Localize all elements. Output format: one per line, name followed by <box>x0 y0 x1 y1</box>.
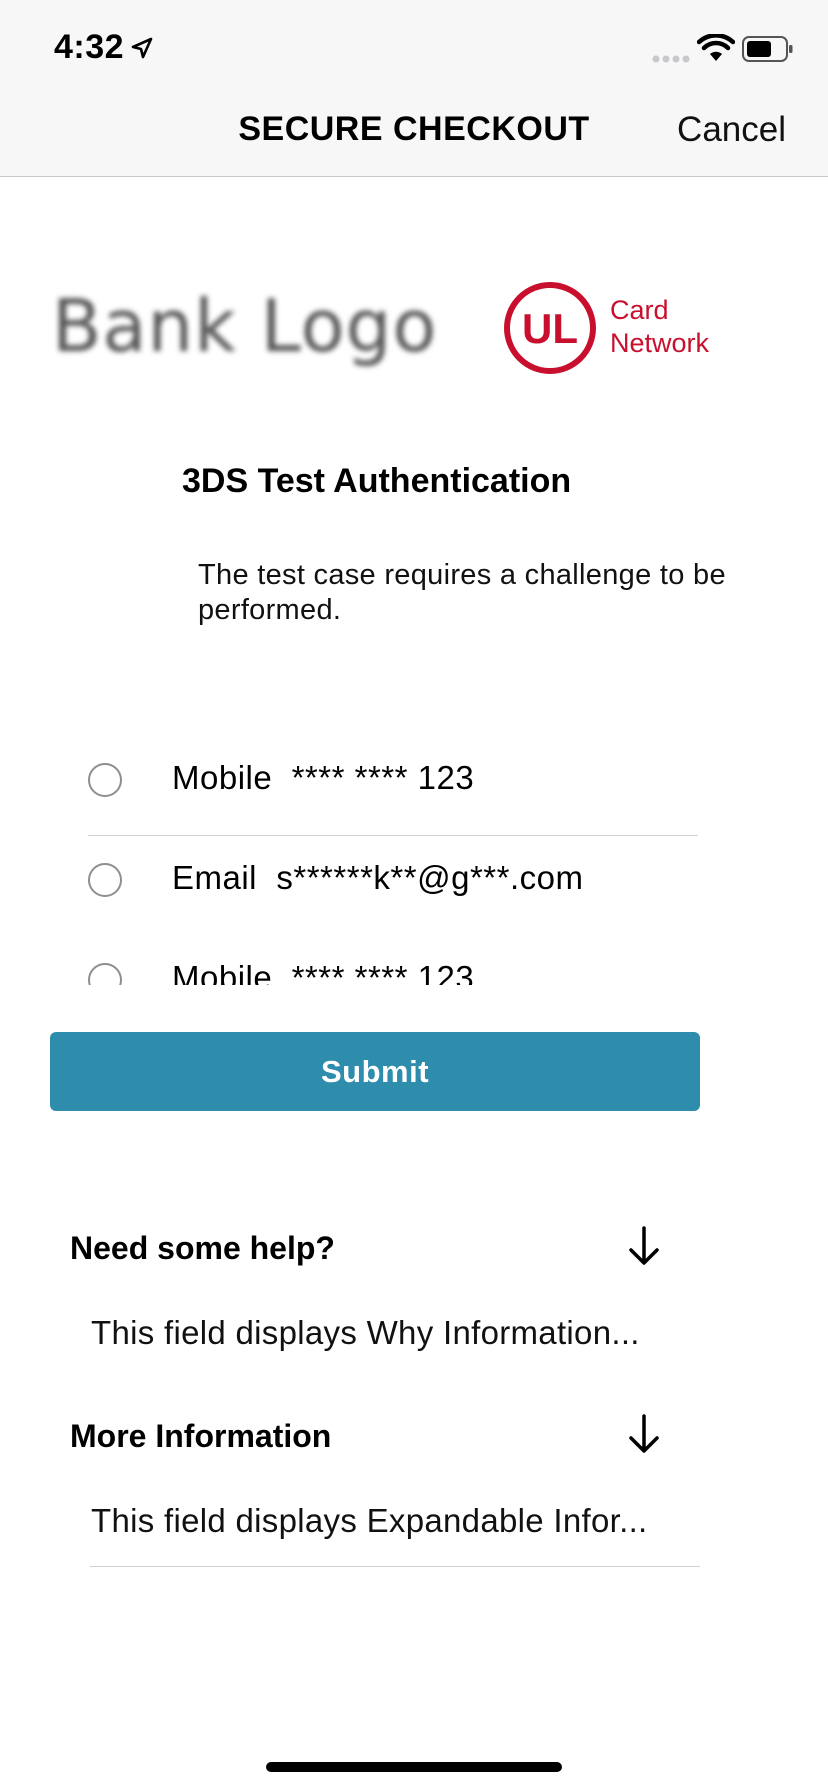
radio-button[interactable] <box>88 963 122 985</box>
arrow-down-icon <box>629 1226 659 1265</box>
location-arrow-icon <box>131 37 153 59</box>
radio-button[interactable] <box>88 863 122 897</box>
submit-button[interactable]: Submit <box>50 1032 700 1111</box>
more-info-text: This field displays Expandable Infor... <box>91 1502 648 1539</box>
divider <box>90 1566 700 1567</box>
more-info-toggle[interactable]: More Information <box>70 1408 670 1468</box>
battery-icon <box>742 36 793 62</box>
network-text-line2: Network <box>610 328 710 358</box>
option-email[interactable]: Email s******k**@g***.com <box>88 835 698 935</box>
cellular-signal-icon <box>652 55 690 63</box>
option-label: Mobile **** **** 123 <box>172 959 475 985</box>
cancel-button[interactable]: Cancel <box>677 110 786 150</box>
bank-logo: Bank Logo <box>52 284 438 368</box>
option-label: Email s******k**@g***.com <box>172 859 584 896</box>
radio-button[interactable] <box>88 763 122 797</box>
why-info-toggle[interactable]: Need some help? <box>70 1220 670 1280</box>
options-list[interactable]: Mobile **** **** 123 Email s******k**@g*… <box>0 735 828 985</box>
challenge-title: 3DS Test Authentication <box>182 462 572 500</box>
status-bar: 4:32 <box>0 0 828 88</box>
nav-bar: SECURE CHECKOUT Cancel <box>0 88 828 177</box>
option-mobile-2[interactable]: Mobile **** **** 123 <box>88 935 698 985</box>
screen: 4:32 SECURE CHECKOUT Cancel Bank Logo UL… <box>0 0 828 1792</box>
network-logo-letters: UL <box>522 305 578 352</box>
challenge-info-text: The test case requires a challenge to be… <box>198 559 726 626</box>
wifi-icon <box>697 34 735 61</box>
arrow-down-icon <box>629 1414 659 1453</box>
page-title-text: SECURE CHECKOUT <box>238 110 590 148</box>
why-info-label: Need some help? <box>70 1230 335 1266</box>
home-indicator[interactable] <box>266 1762 562 1772</box>
status-time: 4:32 <box>54 28 125 66</box>
why-info-text: This field displays Why Information... <box>91 1314 640 1351</box>
option-label: Mobile **** **** 123 <box>172 759 475 796</box>
more-info-label: More Information <box>70 1418 332 1454</box>
network-name: Card Network <box>610 294 709 360</box>
network-text-line1: Card <box>610 295 669 325</box>
option-mobile[interactable]: Mobile **** **** 123 <box>88 735 698 835</box>
